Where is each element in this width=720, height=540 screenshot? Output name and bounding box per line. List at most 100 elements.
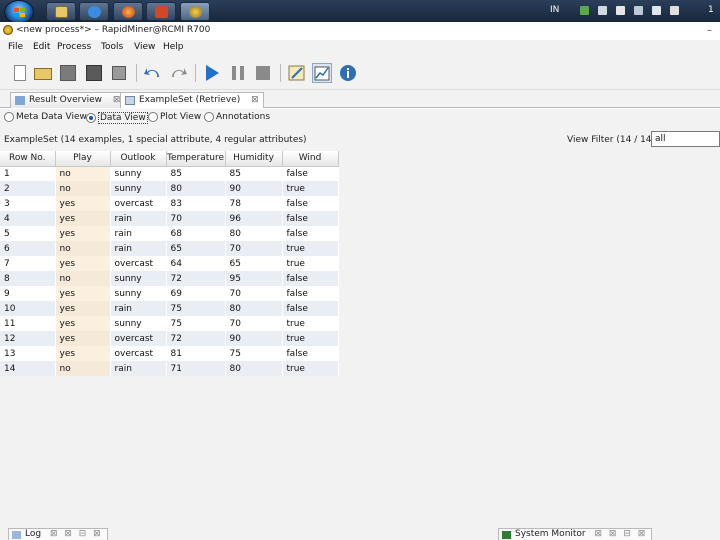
run-button[interactable]	[202, 63, 222, 83]
radio-dot[interactable]	[148, 112, 158, 122]
table-row[interactable]: 11 yes sunny 75 70 true	[0, 316, 339, 331]
table-row[interactable]: 5 yes rain 68 80 false	[0, 226, 339, 241]
column-header-humidity[interactable]: Humidity	[225, 151, 283, 167]
tray-app-icon[interactable]	[580, 6, 589, 15]
table-row[interactable]: 3 yes overcast 83 78 false	[0, 196, 339, 211]
log-label: Log	[25, 529, 42, 539]
radio-meta-data-view[interactable]: Meta Data View	[4, 112, 87, 122]
windows-taskbar: IN 1	[0, 0, 720, 24]
save-as-button[interactable]	[84, 63, 104, 83]
open-process-button[interactable]	[33, 63, 53, 83]
panel-controls[interactable]: ⊠ ⊠ ⊟ ⊠	[50, 529, 103, 539]
panel-controls[interactable]: ⊠ ⊠ ⊟ ⊠	[595, 529, 648, 539]
table-cell: false	[282, 271, 339, 286]
table-row[interactable]: 7 yes overcast 64 65 true	[0, 256, 339, 271]
start-button[interactable]	[4, 0, 34, 24]
tab-result-overview[interactable]: Result Overview ⊠	[10, 92, 126, 108]
table-row[interactable]: 10 yes rain 75 80 false	[0, 301, 339, 316]
result-perspective-button[interactable]	[312, 63, 332, 83]
table-cell: 75	[166, 316, 226, 331]
table-cell: rain	[110, 226, 167, 241]
taskbar-powerpoint-button[interactable]	[146, 2, 176, 21]
table-cell: false	[282, 286, 339, 301]
log-panel-tab[interactable]: Log ⊠ ⊠ ⊟ ⊠	[8, 528, 108, 540]
taskbar-explorer-button[interactable]	[46, 2, 76, 21]
undo-arrow-icon	[144, 68, 160, 77]
radio-data-view[interactable]: Data View	[86, 112, 148, 124]
table-row[interactable]: 1 no sunny 85 85 false	[0, 166, 339, 181]
menu-file[interactable]: File	[8, 42, 23, 52]
table-cell: sunny	[110, 181, 167, 196]
log-icon	[12, 531, 21, 539]
export-button[interactable]	[109, 63, 129, 83]
column-header-temperature[interactable]: Temperature	[166, 151, 226, 167]
menu-bar: File Edit Process Tools View Help	[0, 40, 720, 56]
table-cell: yes	[55, 256, 111, 271]
table-cell: 71	[166, 361, 226, 376]
table-row[interactable]: 14 no rain 71 80 true	[0, 361, 339, 376]
table-row[interactable]: 13 yes overcast 81 75 false	[0, 346, 339, 361]
tray-network-icon[interactable]	[598, 6, 607, 15]
tab-exampleset[interactable]: ExampleSet (Retrieve) ⊠	[120, 92, 264, 108]
menu-tools[interactable]: Tools	[101, 42, 123, 52]
stop-button[interactable]	[253, 63, 273, 83]
main-toolbar	[0, 56, 720, 90]
view-filter-select[interactable]: all	[651, 131, 720, 147]
tray-usb-icon[interactable]	[634, 6, 643, 15]
table-cell: 10	[0, 301, 56, 316]
pause-button[interactable]	[228, 63, 248, 83]
table-row[interactable]: 9 yes sunny 69 70 false	[0, 286, 339, 301]
table-cell: 72	[166, 271, 226, 286]
welcome-perspective-button[interactable]	[338, 63, 358, 83]
menu-process[interactable]: Process	[57, 42, 91, 52]
tray-monitor-icon[interactable]	[652, 6, 661, 15]
toolbar-separator	[136, 64, 137, 82]
radio-dot[interactable]	[4, 112, 14, 122]
menu-help[interactable]: Help	[163, 42, 184, 52]
column-header-outlook[interactable]: Outlook	[110, 151, 167, 167]
taskbar-rapidminer-button[interactable]	[180, 2, 210, 21]
taskbar-ie-button[interactable]	[79, 2, 109, 21]
tray-volume-icon[interactable]	[670, 6, 679, 15]
column-header-row-no[interactable]: Row No.	[0, 151, 56, 167]
table-cell: 80	[225, 226, 283, 241]
language-indicator[interactable]: IN	[550, 5, 559, 15]
save-button[interactable]	[58, 63, 78, 83]
table-row[interactable]: 12 yes overcast 72 90 true	[0, 331, 339, 346]
table-cell: true	[282, 241, 339, 256]
radio-dot[interactable]	[204, 112, 214, 122]
menu-view[interactable]: View	[134, 42, 155, 52]
undo-button[interactable]	[143, 63, 163, 83]
radio-annotations[interactable]: Annotations	[204, 112, 270, 122]
table-cell: 75	[166, 301, 226, 316]
table-cell: sunny	[110, 166, 167, 181]
table-cell: false	[282, 166, 339, 181]
taskbar-firefox-button[interactable]	[113, 2, 143, 21]
window-title-bar: <new process*> – RapidMiner@RCMI R700 –	[0, 22, 720, 40]
redo-button[interactable]	[168, 63, 188, 83]
tray-flag-icon[interactable]	[616, 6, 625, 15]
tab-close-icon[interactable]: ⊠	[251, 95, 259, 105]
table-row[interactable]: 4 yes rain 70 96 false	[0, 211, 339, 226]
column-header-wind[interactable]: Wind	[282, 151, 339, 167]
radio-plot-view[interactable]: Plot View	[148, 112, 201, 122]
table-cell: 3	[0, 196, 56, 211]
tray-clock[interactable]: 1	[708, 5, 714, 15]
menu-edit[interactable]: Edit	[33, 42, 50, 52]
system-monitor-panel-tab[interactable]: System Monitor ⊠ ⊠ ⊟ ⊠	[498, 528, 653, 540]
design-perspective-button[interactable]	[287, 63, 307, 83]
column-header-play[interactable]: Play	[55, 151, 111, 167]
table-row[interactable]: 2 no sunny 80 90 true	[0, 181, 339, 196]
table-cell: sunny	[110, 286, 167, 301]
table-row[interactable]: 6 no rain 65 70 true	[0, 241, 339, 256]
radio-dot[interactable]	[86, 113, 96, 123]
table-cell: 75	[225, 346, 283, 361]
table-cell: yes	[55, 331, 111, 346]
pause-icon	[232, 66, 244, 80]
table-row[interactable]: 8 no sunny 72 95 false	[0, 271, 339, 286]
new-process-button[interactable]	[10, 63, 30, 83]
table-cell: 2	[0, 181, 56, 196]
table-cell: overcast	[110, 346, 167, 361]
window-controls-icon[interactable]: –	[707, 25, 712, 36]
exampleset-info-row: ExampleSet (14 examples, 1 special attri…	[0, 127, 720, 151]
